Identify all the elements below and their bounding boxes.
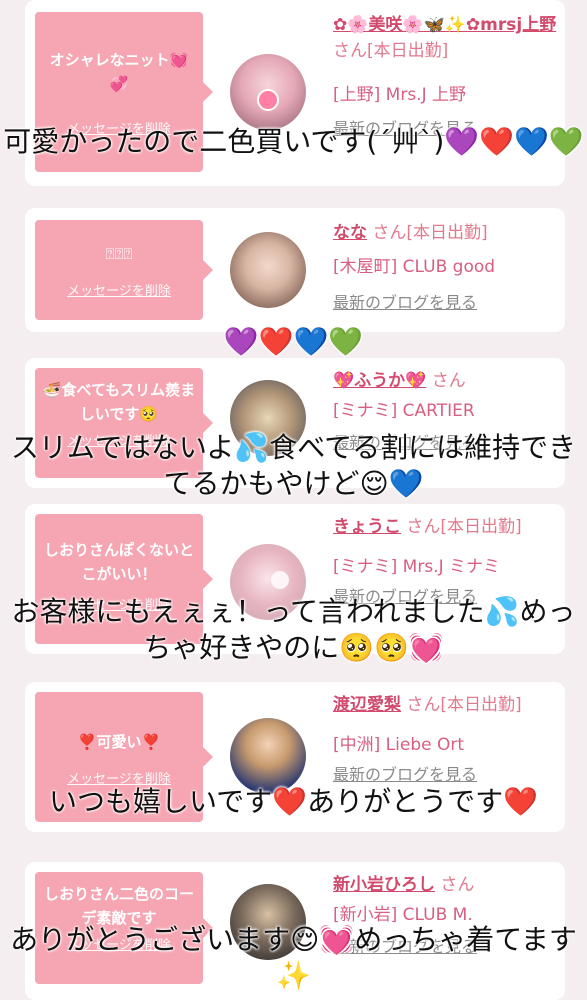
shop-label: [上野] Mrs.J 上野 <box>333 85 467 105</box>
message-card: ⍰⍰⍰ メッセージを削除 なな さん[本日出勤] [木屋町] CLUB good… <box>25 208 565 332</box>
message-bubble: ⍰⍰⍰ メッセージを削除 <box>35 220 213 320</box>
shop-label: [木屋町] CLUB good <box>333 257 496 277</box>
message-text: しおりさんぽくないとこがいい！ <box>43 541 194 583</box>
user-status: さん <box>431 371 466 391</box>
user-info: なな さん[本日出勤] [木屋町] CLUB good 最新のブログを見る <box>333 220 558 316</box>
username-link[interactable]: なな <box>333 223 367 243</box>
user-info: 渡辺愛梨 さん[本日出勤] [中洲] Liebe Ort 最新のブログを見る <box>333 692 558 788</box>
username-link[interactable]: 渡辺愛梨 <box>333 695 401 715</box>
shop-label: [ミナミ] CARTIER <box>333 401 475 421</box>
user-status: さん[本日出勤] <box>406 517 522 537</box>
reply-caption: いつも嬉しいです❤️ありがとうです❤️ <box>49 785 538 818</box>
heart-icon <box>257 89 279 111</box>
reply-caption: スリムではないよ💦食べてる割には維持できてるかもやけど😌💙 <box>10 431 577 500</box>
user-status: さん[本日出勤] <box>406 695 522 715</box>
avatar[interactable] <box>230 718 306 794</box>
delete-message-link[interactable]: メッセージを削除 <box>35 280 203 299</box>
username-link[interactable]: 新小岩ひろし <box>333 875 435 895</box>
user-status: さん <box>440 875 475 895</box>
avatar[interactable] <box>230 54 306 130</box>
user-status: さん[本日出勤] <box>333 41 449 61</box>
reply-caption: ありがとうございます😌💓めっちゃ着てます✨ <box>10 923 577 992</box>
reply-caption: 💜❤️💙💚 <box>223 325 364 358</box>
user-status: さん[本日出勤] <box>372 223 488 243</box>
message-text: ❣️可愛い❣️ <box>77 733 161 751</box>
message-text: ⍰⍰⍰ <box>105 245 133 263</box>
avatar[interactable] <box>230 232 306 308</box>
shop-label: [中洲] Liebe Ort <box>333 735 465 755</box>
username-link[interactable]: きょうこ <box>333 517 401 537</box>
username-link[interactable]: 💖ふうか💖 <box>333 371 426 391</box>
reply-caption: お客様にもえぇぇ！って言われました💦めっちゃ好きやのに🥺🥺💓 <box>11 595 576 664</box>
message-text: 🍜食べてもスリム羨ましいです🥺 <box>42 381 196 423</box>
reply-caption: 可愛かったので二色買いです(´艸`)💜❤️💙💚 <box>3 125 584 158</box>
message-text: オシャレなニット💓💞 <box>49 51 189 93</box>
shop-label: [ミナミ] Mrs.J ミナミ <box>333 557 501 577</box>
user-info: ✿🌸美咲🌸🦋✨✿mrsj上野 さん[本日出勤] [上野] Mrs.J 上野 最新… <box>333 12 558 142</box>
username-link[interactable]: ✿🌸美咲🌸🦋✨✿mrsj上野 <box>333 15 556 35</box>
blog-link[interactable]: 最新のブログを見る <box>333 290 477 316</box>
